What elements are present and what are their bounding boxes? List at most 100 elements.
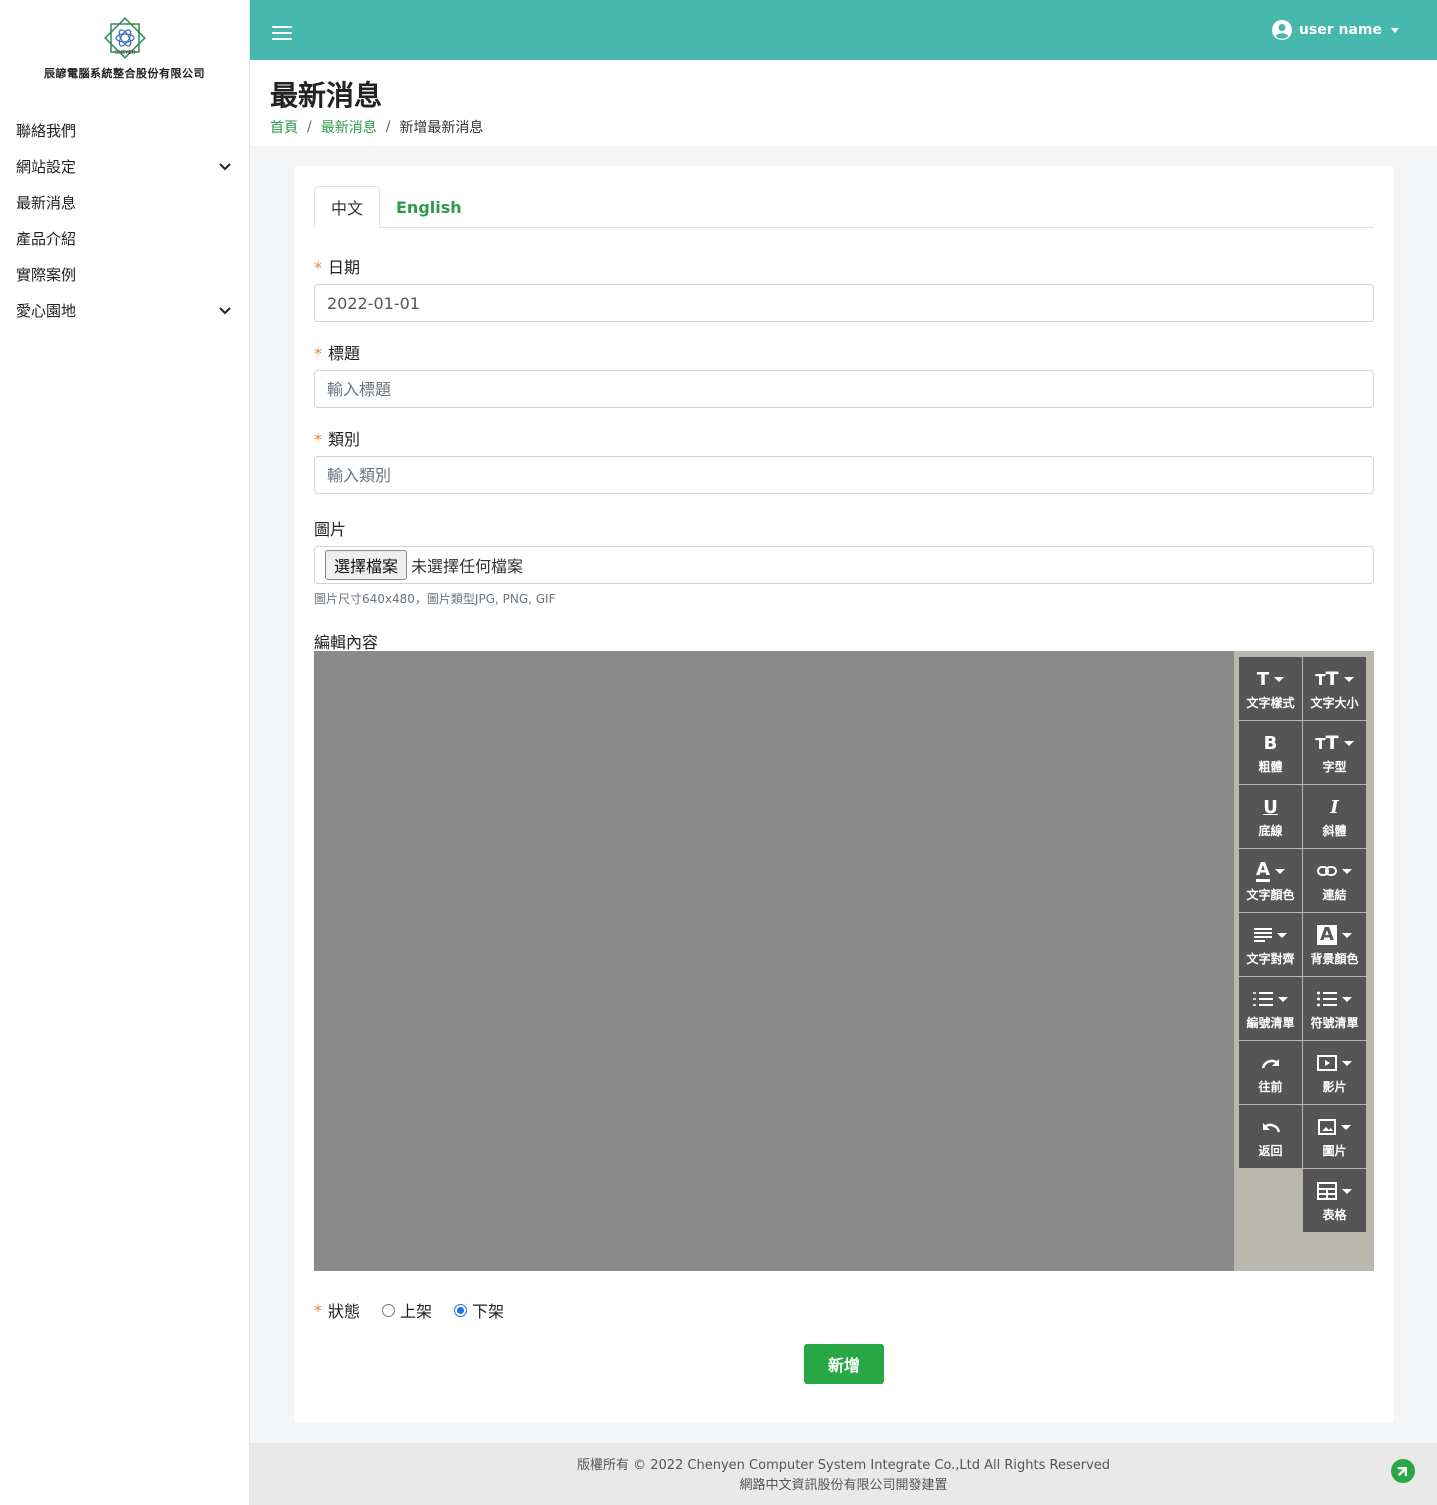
toolbar-button-label: 往前 — [1258, 1080, 1283, 1094]
toolbar-button-label: 符號清單 — [1310, 1016, 1359, 1030]
sidebar-item-label: 聯絡我們 — [16, 121, 77, 140]
toolbar-button[interactable]: B 粗體 — [1239, 721, 1302, 784]
svg-text:CHEYEN: CHEYEN — [114, 50, 135, 56]
choose-file-button[interactable]: 選擇檔案 — [325, 550, 408, 580]
toolbar-button-label: 背景顏色 — [1310, 952, 1359, 966]
radio-circle[interactable] — [454, 1303, 468, 1317]
breadcrumb-current: 新增最新消息 — [399, 120, 484, 136]
underline-icon: U — [1263, 796, 1278, 818]
toolbar-button[interactable]: 往前 — [1239, 1041, 1302, 1104]
toolbar-button[interactable]: 連結 — [1303, 849, 1366, 912]
content-label: 編輯內容 — [314, 633, 379, 652]
video-icon — [1317, 1050, 1352, 1076]
toolbar-button[interactable]: TT 文字大小 — [1303, 657, 1366, 720]
title-label: * 標題 — [314, 344, 361, 363]
sidebar-nav: 聯絡我們網站設定最新消息 產品介紹實際案例愛心園地 — [0, 112, 249, 328]
sidebar-item[interactable]: 最新消息 — [0, 184, 249, 220]
tab-english[interactable]: English — [380, 186, 478, 228]
align-icon — [1254, 922, 1287, 948]
image-icon — [1318, 1114, 1351, 1140]
category-field[interactable] — [314, 456, 1374, 494]
footer-builder: 網路中文資訊股份有限公司開發建置 — [739, 1478, 948, 1493]
toolbar-button[interactable]: 圖片 — [1303, 1105, 1366, 1168]
breadcrumb-section[interactable]: 最新消息 — [321, 117, 377, 137]
toolbar-button-label: 編號清單 — [1246, 1016, 1295, 1030]
toolbar-button-label: 表格 — [1322, 1208, 1347, 1222]
sidebar-item[interactable]: 實際案例 — [0, 256, 249, 292]
toolbar-button[interactable]: TT 字型 — [1303, 721, 1366, 784]
tab-chinese[interactable]: 中文 — [314, 186, 380, 228]
file-status: 未選擇任何檔案 — [411, 557, 524, 576]
page-header: 最新消息 首頁 / 最新消息 / 新增最新消息 — [250, 60, 1437, 146]
editor-content-area[interactable] — [314, 651, 1234, 1271]
breadcrumb-home[interactable]: 首頁 — [270, 117, 298, 137]
topbar: user name — [250, 0, 1437, 60]
toolbar-button[interactable]: 文字對齊 — [1239, 913, 1302, 976]
toolbar-button-label: 影片 — [1322, 1080, 1347, 1094]
date-field[interactable] — [314, 284, 1374, 322]
sidebar-item[interactable]: 聯絡我們 — [0, 112, 249, 148]
toolbar-button[interactable]: 影片 — [1303, 1041, 1366, 1104]
font-size-icon: TT — [1315, 666, 1354, 692]
submit-button[interactable]: 新增 — [804, 1344, 884, 1384]
brand[interactable]: CHEYEN 辰諺電腦系統整合股份有限公司 — [0, 0, 249, 100]
company-logo-icon: CHEYEN — [103, 17, 146, 59]
toolbar-button[interactable]: I 斜體 — [1303, 785, 1366, 848]
toolbar-button-label: 文字大小 — [1310, 696, 1359, 710]
footer: 版權所有 © 2022 Chenyen Computer System Inte… — [250, 1443, 1437, 1505]
menu-toggle-icon[interactable] — [272, 26, 292, 40]
bullet-list-icon — [1317, 986, 1352, 1012]
status-radio-off[interactable]: 下架 — [454, 1298, 504, 1322]
footer-copyright: 版權所有 © 2022 Chenyen Computer System Inte… — [576, 1458, 1111, 1473]
table-icon — [1317, 1178, 1352, 1204]
breadcrumb: 首頁 / 最新消息 / 新增最新消息 — [270, 117, 483, 137]
background-color-icon: A — [1317, 922, 1352, 948]
toolbar-button[interactable]: A 文字顏色 — [1239, 849, 1302, 912]
bold-icon: B — [1263, 732, 1278, 754]
breadcrumb-separator: / — [307, 119, 312, 135]
toolbar-button[interactable]: 返回 — [1239, 1105, 1302, 1168]
image-hint: 圖片尺寸640x480，圖片類型JPG, PNG, GIF — [314, 592, 556, 606]
breadcrumb-separator: / — [385, 119, 391, 135]
title-field[interactable] — [314, 370, 1374, 408]
ordered-list-icon — [1253, 986, 1288, 1012]
toolbar-button[interactable]: A 背景顏色 — [1303, 913, 1366, 976]
text-color-icon: A — [1256, 858, 1285, 884]
back-to-top-button[interactable] — [1391, 1459, 1415, 1483]
company-name: 辰諺電腦系統整合股份有限公司 — [44, 67, 205, 80]
status-group: * 狀態 上架 下架 — [314, 1298, 504, 1322]
toolbar-button-label: 斜體 — [1322, 824, 1347, 838]
required-mark: * — [314, 1300, 322, 1320]
toolbar-button-label: 文字顏色 — [1246, 888, 1295, 902]
toolbar-button[interactable]: 編號清單 — [1239, 977, 1302, 1040]
rich-text-editor: T 文字樣式 TT 文字大小 B 粗體 TT 字型 U 底線 I 斜體 A 文字顏色 連結文字對齊 A 背景顏色… — [314, 651, 1374, 1271]
sidebar-item-label: 網站設定 — [16, 157, 77, 176]
toolbar-button-label: 文字樣式 — [1246, 696, 1295, 710]
chevron-down-icon — [219, 307, 231, 315]
chevron-down-icon — [1391, 27, 1399, 33]
italic-icon: I — [1330, 796, 1339, 818]
sidebar-item[interactable]: 愛心園地 — [0, 292, 249, 328]
category-label: * 類別 — [314, 430, 361, 449]
chevron-down-icon — [219, 163, 231, 171]
sidebar-item-label: 愛心園地 — [16, 301, 77, 320]
redo-icon — [1261, 1050, 1281, 1076]
toolbar-button[interactable]: 符號清單 — [1303, 977, 1366, 1040]
user-menu[interactable]: user name — [1271, 20, 1399, 40]
radio-circle[interactable] — [382, 1303, 396, 1317]
sidebar-item[interactable]: 網站設定 — [0, 148, 249, 184]
sidebar: CHEYEN 辰諺電腦系統整合股份有限公司 聯絡我們網站設定最新消息 產品介紹實際… — [0, 0, 250, 1505]
sidebar-item-label: 實際案例 — [16, 265, 77, 284]
language-tabs: 中文 English — [314, 186, 1374, 228]
toolbar-button[interactable]: T 文字樣式 — [1239, 657, 1302, 720]
status-radio-on[interactable]: 上架 — [382, 1298, 432, 1322]
user-avatar-icon — [1271, 20, 1292, 40]
sidebar-item[interactable]: 產品介紹 — [0, 220, 249, 256]
toolbar-button[interactable]: 表格 — [1303, 1169, 1366, 1232]
status-label: 狀態 — [328, 1302, 361, 1321]
toolbar-button-label: 返回 — [1258, 1144, 1283, 1158]
page-title: 最新消息 — [270, 79, 383, 112]
toolbar-button-label: 文字對齊 — [1246, 952, 1295, 966]
image-file-input[interactable]: 選擇檔案 未選擇任何檔案 — [314, 546, 1374, 584]
toolbar-button[interactable]: U 底線 — [1239, 785, 1302, 848]
